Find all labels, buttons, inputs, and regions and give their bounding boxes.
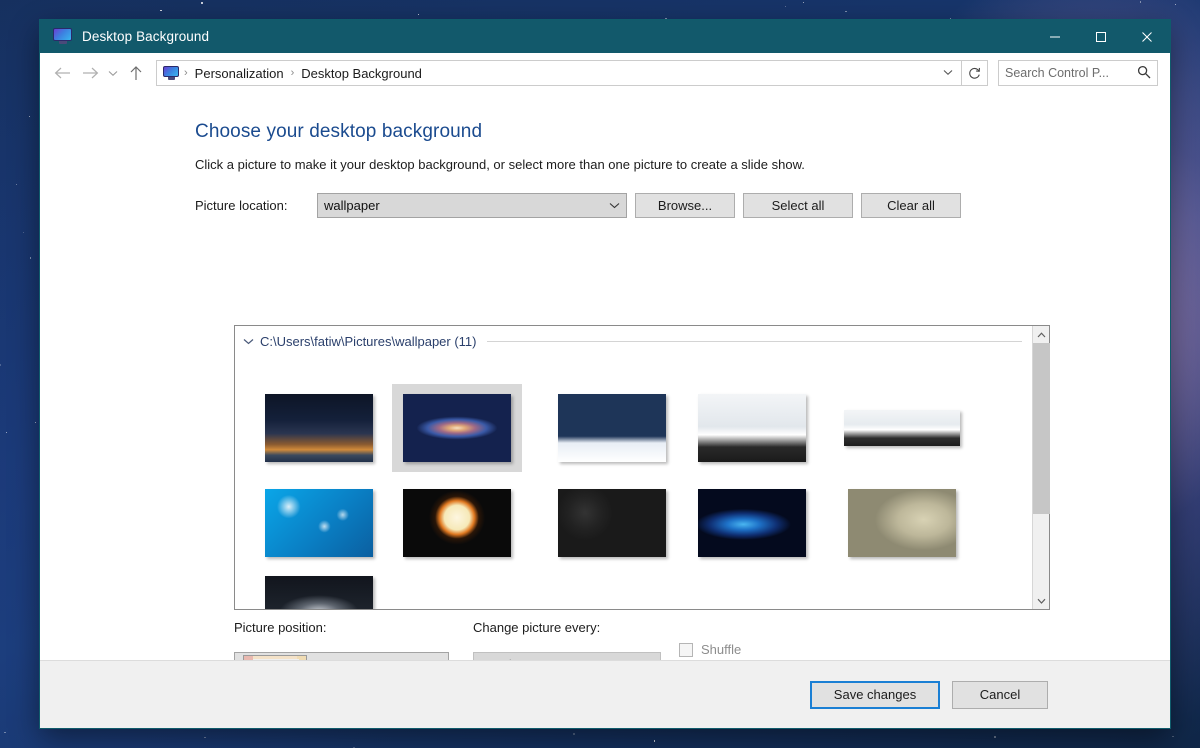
refresh-icon[interactable] — [962, 60, 988, 86]
solar-eclipse-dark-thumbnail[interactable] — [403, 489, 511, 557]
vertical-scrollbar[interactable] — [1032, 326, 1050, 609]
change-picture-column: Change picture every: 30 minutes Shuffle — [473, 620, 1033, 660]
address-bar[interactable]: › Personalization › Desktop Background — [156, 60, 962, 86]
sepia-cat-portrait-thumbnail[interactable] — [848, 489, 956, 557]
clear-all-button[interactable]: Clear all — [861, 193, 961, 218]
wallpaper-list-inner: C:\Users\fatiw\Pictures\wallpaper (11) — [235, 326, 1032, 609]
display-monitor-icon — [53, 28, 73, 45]
recent-locations-chevron-down-icon[interactable] — [104, 59, 122, 87]
wallpaper-thumbnail[interactable] — [554, 485, 670, 561]
maximize-icon[interactable] — [1078, 20, 1124, 53]
breadcrumb-separator: › — [290, 67, 295, 79]
wallpaper-list-box: C:\Users\fatiw\Pictures\wallpaper (11) — [234, 325, 1050, 610]
page-subtitle: Click a picture to make it your desktop … — [195, 157, 805, 172]
scrollbar-track[interactable] — [1032, 343, 1050, 592]
page-title: Choose your desktop background — [195, 121, 483, 142]
page-content: Choose your desktop background Click a p… — [40, 93, 1170, 660]
cancel-button[interactable]: Cancel — [952, 680, 1048, 709]
picture-position-column: Picture position: Fill — [234, 620, 454, 660]
forward-arrow-icon[interactable] — [76, 59, 104, 87]
wallpaper-thumbnail[interactable] — [694, 485, 810, 561]
scroll-down-chevron-down-icon[interactable] — [1033, 592, 1050, 609]
snowy-forest-road-panorama-thumbnail[interactable] — [844, 410, 960, 446]
up-arrow-icon[interactable] — [122, 59, 150, 87]
window-title-bar: Desktop Background — [40, 20, 1170, 53]
search-icon[interactable] — [1137, 65, 1151, 82]
browse-button[interactable]: Browse... — [635, 193, 735, 218]
address-chevron-down-icon[interactable] — [937, 67, 959, 79]
navigation-bar: › Personalization › Desktop Background — [40, 53, 1170, 93]
chevron-down-icon — [643, 659, 654, 661]
close-icon[interactable] — [1124, 20, 1170, 53]
blue-bokeh-lights-thumbnail[interactable] — [265, 489, 373, 557]
wallpaper-thumbnail[interactable] — [844, 390, 960, 466]
change-interval-dropdown[interactable]: 30 minutes — [473, 652, 661, 660]
wallpaper-thumbnail[interactable] — [844, 485, 960, 561]
desktop-backdrop: Desktop Background › Personalization › D… — [0, 0, 1200, 748]
picture-location-dropdown[interactable]: wallpaper — [317, 193, 627, 218]
control-panel-window: Desktop Background › Personalization › D… — [40, 20, 1170, 728]
chevron-down-icon — [609, 200, 620, 212]
dialog-footer: Save changes Cancel — [40, 660, 1170, 728]
picture-location-label: Picture location: — [195, 198, 288, 213]
shuffle-label: Shuffle — [701, 642, 742, 657]
page-header: Choose your desktop background Click a p… — [40, 93, 1170, 172]
picture-position-dropdown[interactable]: Fill — [234, 652, 449, 660]
back-arrow-icon[interactable] — [48, 59, 76, 87]
shuffle-checkbox[interactable] — [679, 642, 693, 657]
select-all-button[interactable]: Select all — [743, 193, 853, 218]
dark-paisley-pattern-thumbnail[interactable] — [558, 489, 666, 557]
chevron-down-icon[interactable] — [243, 334, 254, 348]
wallpaper-thumbnail[interactable] — [554, 390, 670, 466]
breadcrumb-desktop-background[interactable]: Desktop Background — [298, 66, 425, 81]
andromeda-galaxy-thumbnail[interactable] — [403, 394, 511, 462]
minimize-icon[interactable] — [1032, 20, 1078, 53]
scrollbar-thumb[interactable] — [1032, 343, 1050, 514]
picture-location-value: wallpaper — [324, 198, 380, 213]
wallpaper-thumbnail[interactable] — [261, 390, 377, 466]
display-monitor-icon — [163, 65, 180, 81]
breadcrumb-separator: › — [184, 67, 188, 79]
snow-peak-on-navy-sky-thumbnail[interactable] — [558, 394, 666, 462]
change-interval-value: 30 minutes — [480, 657, 544, 660]
breadcrumb-personalization[interactable]: Personalization — [192, 66, 287, 81]
folder-path-label: C:\Users\fatiw\Pictures\wallpaper (11) — [260, 333, 477, 349]
wallpaper-thumbnail[interactable] — [399, 485, 515, 561]
blue-nebula-milky-way-thumbnail[interactable] — [698, 489, 806, 557]
search-input[interactable] — [1005, 66, 1130, 80]
snowy-forest-road-thumbnail[interactable] — [698, 394, 806, 462]
wallpaper-thumbnail[interactable] — [261, 572, 377, 609]
picture-location-row: Picture location: wallpaper Browse... Se… — [195, 193, 1170, 218]
scroll-up-chevron-up-icon[interactable] — [1033, 326, 1050, 343]
night-sky-over-coastline-thumbnail[interactable] — [265, 394, 373, 462]
save-changes-button[interactable]: Save changes — [810, 680, 940, 709]
wallpaper-thumbnail[interactable] — [261, 485, 377, 561]
change-picture-label: Change picture every: — [473, 620, 601, 635]
window-title: Desktop Background — [82, 29, 210, 44]
folder-group-header[interactable]: C:\Users\fatiw\Pictures\wallpaper (11) — [235, 326, 1032, 356]
wallpaper-thumbnail[interactable] — [694, 390, 810, 466]
picture-position-label: Picture position: — [234, 620, 327, 635]
dark-mountain-abstract-thumbnail[interactable] — [265, 576, 373, 609]
search-box[interactable] — [998, 60, 1158, 86]
wallpaper-thumbnail[interactable] — [392, 384, 522, 472]
group-divider — [486, 340, 1022, 342]
flower-photo-thumbnail-icon — [243, 655, 307, 660]
shuffle-row[interactable]: Shuffle — [679, 637, 741, 660]
window-controls — [1032, 20, 1170, 53]
